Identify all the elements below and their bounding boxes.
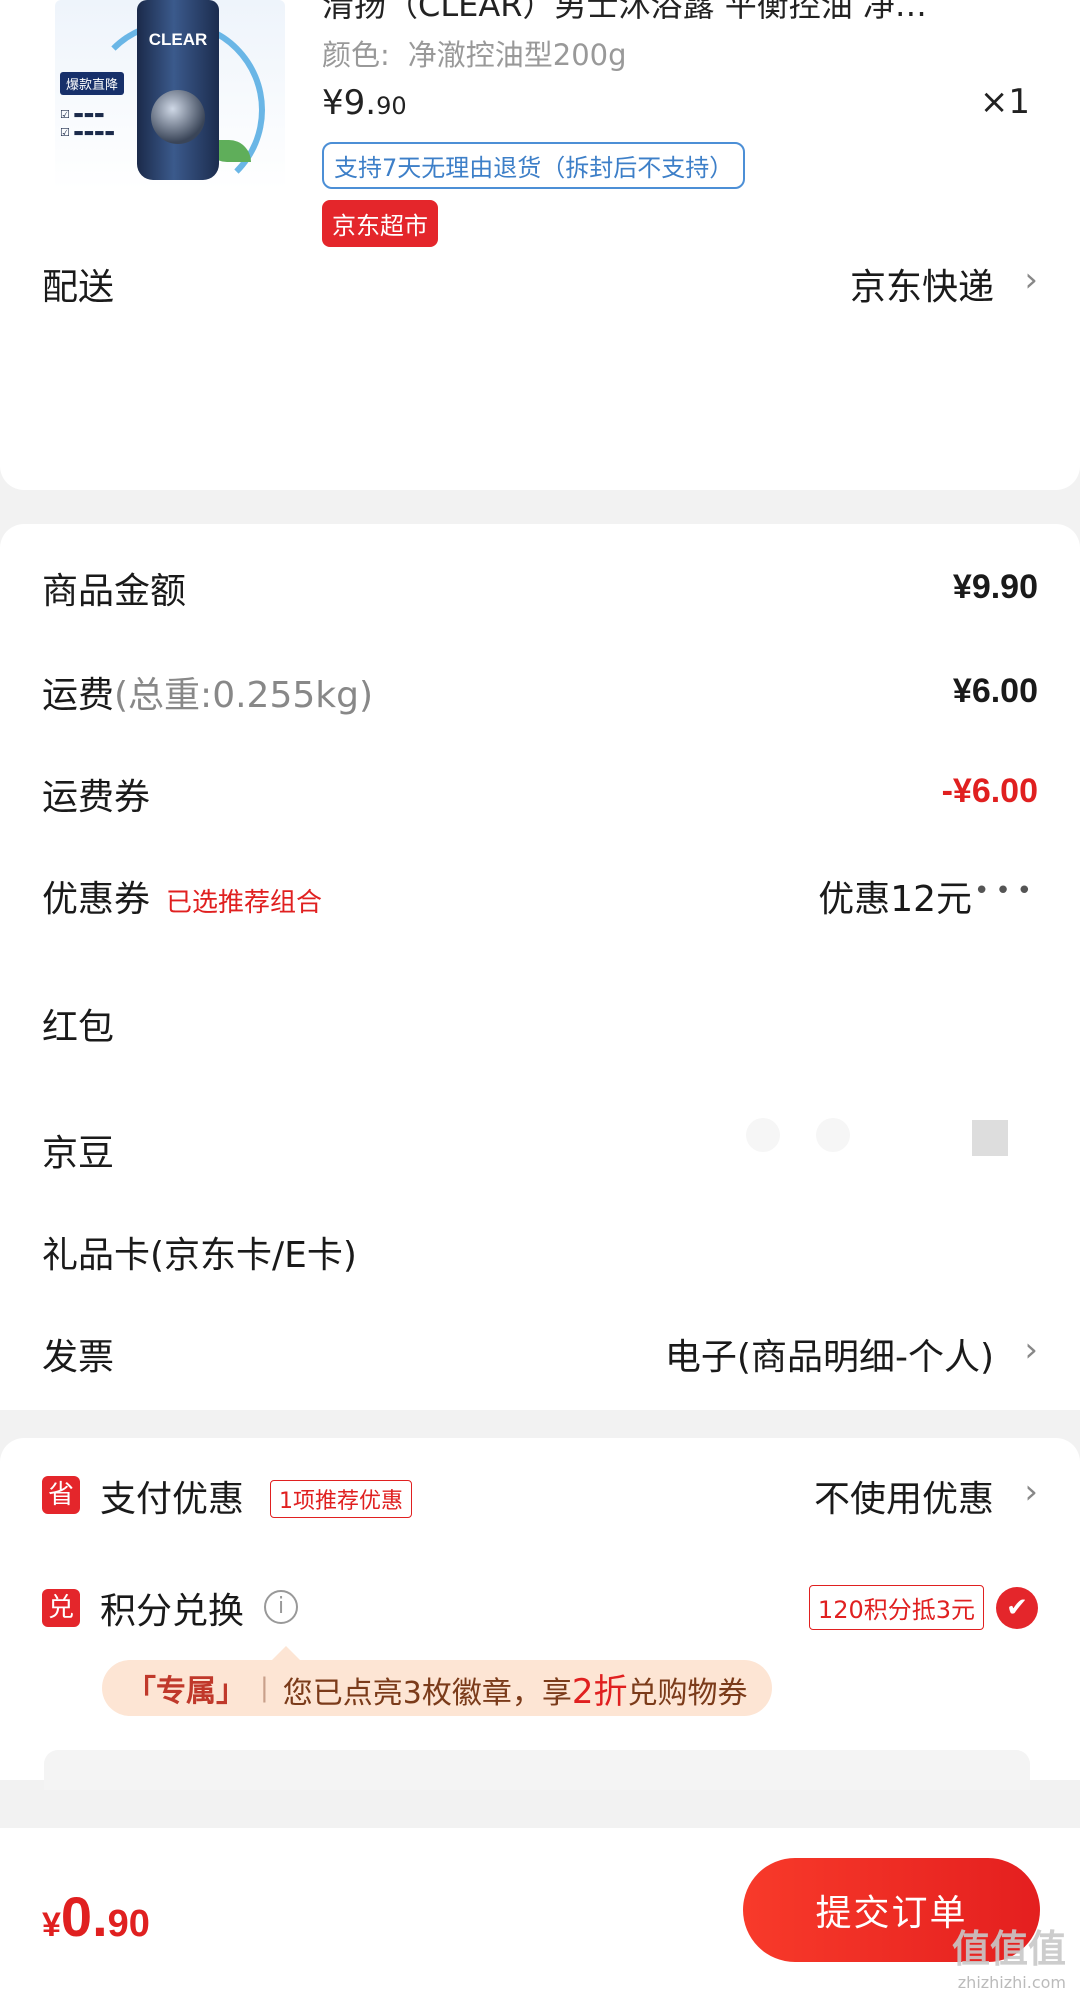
brand-logo: CLEAR — [148, 30, 208, 49]
divider: | — [260, 1673, 269, 1703]
store-tag: 京东超市 — [322, 200, 438, 247]
bottle-emblem — [151, 90, 205, 144]
exclusive-tag: 「专属」 — [126, 1674, 246, 1709]
total-int: 0. — [60, 1885, 108, 1948]
exclusive-highlight: 2折 — [571, 1671, 628, 1712]
promo-badge: 爆款直降 — [60, 72, 125, 95]
chevron-right-icon[interactable]: › — [1024, 1472, 1038, 1512]
variant-value: 净澈控油型200g — [407, 38, 627, 72]
invoice-label: 发票 — [42, 1337, 115, 1378]
price-dec: 90 — [376, 92, 407, 120]
invoice-value[interactable]: 电子(商品明细-个人) — [665, 1328, 994, 1380]
points-exchange-card: 兑 积分兑换 i 120积分抵3元 ✔ 「专属」 | 您已点亮3枚徽章，享2折兑… — [0, 1558, 1080, 1790]
promo-check-line: ☑ ▬▬▬▬ — [60, 126, 115, 139]
points-deduct-tag: 120积分抵3元 — [808, 1585, 984, 1630]
shipping-label-text: 运费 — [42, 675, 115, 716]
points-panel — [44, 1750, 1030, 1790]
gift-card-label[interactable]: 礼品卡(京东卡/E卡) — [42, 1226, 357, 1278]
shipping-amount: ¥6.00 — [952, 672, 1038, 710]
jd-bean-label[interactable]: 京豆 — [42, 1124, 114, 1176]
payment-recommend-tag: 1项推荐优惠 — [270, 1480, 412, 1518]
promo-check-line: ☑ ▬▬▬ — [60, 108, 105, 121]
payment-discount-label: 支付优惠 — [100, 1479, 245, 1520]
variant-label: 颜色: — [322, 38, 390, 72]
checkout-footer: ¥0.90 提交订单 值值值 zhizhizhi.com — [0, 1828, 1080, 1998]
delivery-card: 配送 京东快递 › — [0, 260, 1080, 490]
product-card: CLEAR 爆款直降 ☑ ▬▬▬ ☑ ▬▬▬▬ 清扬（CLEAR）男士沐浴露 平… — [0, 0, 1080, 272]
total-price: ¥0.90 — [42, 1884, 150, 1949]
product-image[interactable]: CLEAR 爆款直降 ☑ ▬▬▬ ☑ ▬▬▬▬ — [55, 0, 285, 190]
watermark-url: zhizhizhi.com — [957, 1973, 1066, 1992]
product-price: ¥9.90 — [322, 83, 407, 123]
red-packet-label[interactable]: 红包 — [42, 998, 114, 1050]
save-icon: 省 — [42, 1476, 80, 1514]
coupon-label: 优惠券 已选推荐组合 — [42, 870, 322, 922]
payment-discount-value[interactable]: 不使用优惠 — [814, 1470, 994, 1522]
placeholder-circle — [746, 1118, 780, 1152]
delivery-value[interactable]: 京东快递 — [850, 258, 994, 310]
jd-bean-toggle[interactable] — [972, 1120, 1008, 1156]
bottle-graphic: CLEAR — [137, 0, 219, 180]
shipping-coupon-label: 运费券 — [42, 777, 151, 818]
chevron-right-icon[interactable]: › — [1024, 260, 1038, 300]
price-int: ¥9. — [322, 83, 377, 123]
points-exchange-label: 积分兑换 — [100, 1591, 245, 1632]
product-title[interactable]: 清扬（CLEAR）男士沐浴露 平衡控油 净… — [322, 0, 1022, 26]
product-variant: 颜色: 净澈控油型200g — [322, 32, 627, 74]
coupon-selected-tag: 已选推荐组合 — [166, 888, 323, 918]
chevron-right-icon[interactable]: › — [1024, 1330, 1038, 1370]
order-summary-card: 商品金额 ¥9.90 运费(总重:0.255kg) ¥6.00 运费券 -¥6.… — [0, 524, 1080, 1410]
shipping-label: 运费(总重:0.255kg) — [42, 666, 373, 718]
more-dots-icon[interactable]: ••• — [974, 876, 1038, 906]
return-policy-tag[interactable]: 支持7天无理由退货（拆封后不支持） — [322, 142, 746, 189]
shipping-coupon-amount[interactable]: -¥6.00 — [942, 772, 1038, 811]
info-icon[interactable]: i — [264, 1590, 298, 1624]
watermark: 值值值 zhizhizhi.com — [952, 1918, 1066, 1992]
exclusive-text-after: 兑购物券 — [627, 1675, 748, 1711]
watermark-logo: 值值值 — [951, 1927, 1066, 1971]
total-currency: ¥ — [42, 1906, 61, 1944]
shipping-weight: (总重:0.255kg) — [114, 675, 373, 716]
checkmark-icon[interactable]: ✔ — [996, 1587, 1038, 1629]
exclusive-text: 您已点亮3枚徽章，享2折兑购物券 — [283, 1664, 748, 1713]
goods-amount: ¥9.90 — [952, 568, 1038, 606]
coupon-value[interactable]: 优惠12元 — [818, 870, 972, 922]
exclusive-offer-bubble[interactable]: 「专属」 | 您已点亮3枚徽章，享2折兑购物券 — [102, 1646, 772, 1716]
goods-amount-label: 商品金额 — [42, 571, 187, 612]
exclusive-text-before: 您已点亮3枚徽章，享 — [282, 1675, 572, 1711]
placeholder-circle — [816, 1118, 850, 1152]
product-quantity: ×1 — [979, 82, 1030, 122]
payment-discount-card: 省 支付优惠 1项推荐优惠 不使用优惠 › — [0, 1438, 1080, 1558]
exchange-icon: 兑 — [42, 1589, 80, 1627]
coupon-label-text: 优惠券 — [42, 879, 151, 920]
total-dec: 90 — [107, 1903, 150, 1945]
